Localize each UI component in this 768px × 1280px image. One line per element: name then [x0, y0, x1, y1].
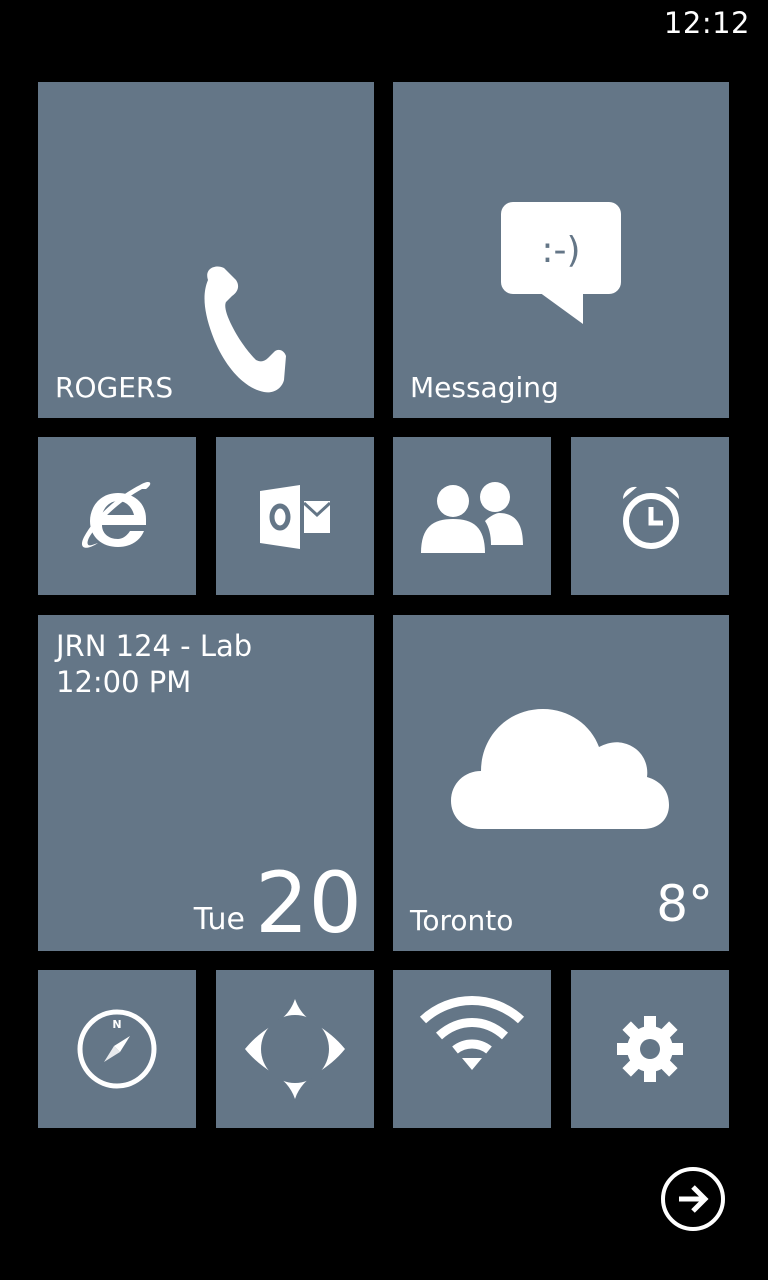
weather-city: Toronto	[410, 904, 514, 937]
tile-messaging[interactable]: :-) Messaging	[393, 82, 729, 418]
tile-wifi[interactable]	[393, 970, 551, 1128]
tile-messaging-label: Messaging	[410, 371, 559, 404]
tile-weather[interactable]: Toronto 8°	[393, 615, 729, 951]
internet-explorer-icon	[80, 481, 154, 551]
compass-north-letter: N	[112, 1018, 121, 1031]
phone-icon	[198, 262, 288, 402]
calendar-event-time: 12:00 PM	[56, 665, 192, 699]
tile-alarms[interactable]	[571, 437, 729, 595]
people-icon	[419, 479, 523, 553]
messaging-icon: :-)	[499, 202, 623, 326]
tile-people[interactable]	[393, 437, 551, 595]
gear-icon	[617, 1016, 683, 1082]
alarm-clock-icon	[619, 483, 683, 551]
all-apps-button[interactable]	[661, 1167, 725, 1231]
tile-compass[interactable]: N	[38, 970, 196, 1128]
tile-phone-label: ROGERS	[55, 371, 174, 404]
tile-maps[interactable]	[216, 970, 374, 1128]
tile-internet-explorer[interactable]	[38, 437, 196, 595]
calendar-day: Tue	[193, 902, 245, 937]
tile-outlook[interactable]	[216, 437, 374, 595]
wifi-icon	[419, 992, 525, 1072]
calendar-event-title: JRN 124 - Lab	[56, 629, 253, 663]
maps-icon	[243, 997, 347, 1101]
tile-settings[interactable]	[571, 970, 729, 1128]
messaging-emoticon: :-)	[541, 230, 580, 271]
calendar-date: 20	[255, 854, 362, 951]
weather-temperature: 8°	[656, 875, 713, 933]
start-screen: 12:12 ROGERS :-) Messaging JRN 124 - Lab…	[0, 0, 768, 1280]
cloud-icon	[451, 707, 671, 831]
tile-calendar[interactable]: JRN 124 - Lab 12:00 PM Tue 20	[38, 615, 374, 951]
outlook-icon	[260, 485, 332, 549]
tile-phone[interactable]: ROGERS	[38, 82, 374, 418]
status-bar-clock: 12:12	[663, 6, 750, 40]
arrow-right-icon	[675, 1181, 711, 1221]
compass-icon: N	[76, 1008, 158, 1090]
